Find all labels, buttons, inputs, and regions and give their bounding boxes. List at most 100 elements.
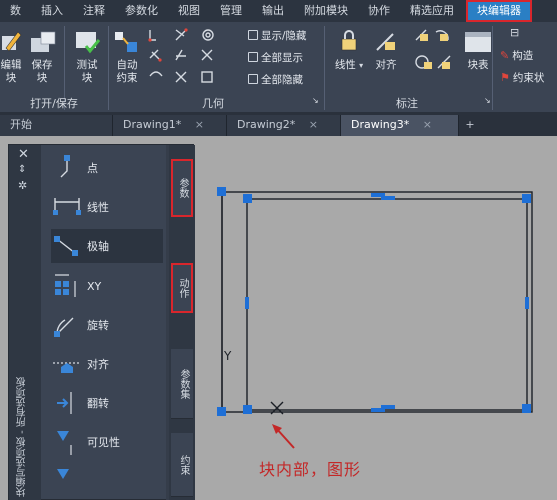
tab-constraints[interactable]: 约束	[171, 433, 193, 497]
tab-parameter-sets[interactable]: 参数集	[171, 349, 193, 419]
align-label: 对齐	[375, 59, 397, 71]
alignment-parameter-icon	[51, 349, 83, 379]
group-label-dimensional: 标注	[396, 97, 418, 110]
palette-title: 块编写选项板 - 所有选项板	[17, 377, 28, 497]
test-block-button[interactable]: 测试 块	[70, 28, 104, 85]
annotation-text: 块内部，图形	[259, 460, 362, 479]
group-label-open-save: 打开/保存	[30, 97, 78, 110]
linear-dimension-button[interactable]: 线性 ▾	[332, 28, 366, 72]
midpoint-grip-icon	[381, 405, 395, 409]
palette-item-lookup[interactable]	[51, 463, 163, 497]
dimension-constraints-grid[interactable]	[412, 26, 456, 78]
chevron-down-icon: ▾	[359, 61, 364, 70]
close-icon[interactable]: ×	[195, 118, 204, 131]
block-attribute-icon[interactable]: ⊟	[510, 26, 519, 39]
expand-arrow-icon[interactable]: ↘	[484, 96, 491, 105]
expand-arrow-icon[interactable]: ↘	[312, 96, 319, 105]
palette-item-linear[interactable]: 线性	[51, 190, 163, 224]
grip-icon	[217, 187, 226, 196]
palette-item-label: 翻转	[87, 397, 109, 410]
close-icon[interactable]: ×	[309, 118, 318, 131]
tab-drawing1-label: Drawing1*	[123, 118, 182, 131]
axis-y-label: Y	[223, 349, 232, 363]
auto-hide-icon[interactable]: ⇕	[18, 164, 26, 175]
menu-item-block-editor[interactable]: 块编辑器	[466, 0, 532, 22]
edit-block-label: 编辑 块	[0, 59, 22, 84]
palette-item-alignment[interactable]: 对齐	[51, 347, 163, 381]
auto-constrain-label: 自动 约束	[116, 59, 138, 84]
menu-item-parametric[interactable]: 参数化	[115, 0, 168, 22]
tab-parameters[interactable]: 参数	[171, 159, 193, 217]
construct-label: 构造	[512, 49, 534, 62]
menu-item-collaborate[interactable]: 协作	[358, 0, 400, 22]
menu-item-featured-apps[interactable]: 精选应用	[400, 0, 464, 22]
grip-icon	[522, 194, 531, 203]
tab-drawing3-label: Drawing3*	[351, 118, 410, 131]
palette-item-flip[interactable]: 翻转	[51, 386, 163, 420]
tab-drawing1[interactable]: Drawing1* ×	[113, 115, 227, 136]
menu-item-output[interactable]: 输出	[252, 0, 294, 22]
auto-constrain-button[interactable]: 自动 约束	[112, 28, 142, 85]
show-hide-icon	[248, 30, 258, 40]
block-table-button[interactable]: 块表	[460, 28, 496, 72]
tab-actions[interactable]: 动作	[171, 263, 193, 313]
document-tab-bar: 开始 Drawing1* × Drawing2* × Drawing3* × +	[0, 113, 557, 136]
polar-parameter-icon	[51, 231, 83, 261]
constraint-status-label: 约束状	[512, 71, 545, 84]
midpoint-grip-icon	[245, 297, 249, 309]
ribbon: 编辑 块 保存 块 测试 块 打开/保存 自动 约束 显示/隐藏 全部显示 全部…	[0, 22, 557, 113]
palette-item-label: 旋转	[87, 319, 109, 332]
palette-title-bar[interactable]: ✕ ⇕ ✲ 块编写选项板 - 所有选项板	[9, 145, 41, 500]
palette-item-label: 可见性	[87, 436, 120, 449]
close-icon[interactable]: ×	[423, 118, 432, 131]
midpoint-grip-icon	[381, 196, 395, 200]
linear-parameter-icon	[51, 192, 83, 222]
constraint-status-button[interactable]: ⚑ 约束状	[500, 68, 544, 86]
palette-item-visibility[interactable]: 可见性	[51, 425, 163, 459]
grip-icon	[217, 407, 226, 416]
edit-block-button[interactable]: 编辑 块	[0, 28, 22, 85]
block-drawing[interactable]: Y	[196, 136, 557, 500]
palette-item-label: 线性	[87, 201, 109, 214]
show-all-label: 全部显示	[261, 51, 303, 64]
menu-bar: 数 插入 注释 参数化 视图 管理 输出 附加模块 协作 精选应用 块编辑器	[0, 0, 557, 22]
linear-label: 线性	[334, 59, 356, 71]
lock-dimension-icon	[341, 30, 357, 51]
close-icon[interactable]: ✕	[18, 147, 29, 162]
rotation-parameter-icon	[51, 310, 83, 340]
menu-item-manage[interactable]: 管理	[210, 0, 252, 22]
tab-start-label: 开始	[10, 118, 32, 131]
palette-item-polar[interactable]: 极轴	[51, 229, 163, 263]
menu-item-view[interactable]: 视图	[168, 0, 210, 22]
new-tab-button[interactable]: +	[459, 115, 481, 136]
block-rectangle-outer	[221, 191, 533, 413]
show-hide-button[interactable]: 显示/隐藏	[248, 26, 307, 44]
align-dimension-button[interactable]: 对齐	[370, 28, 402, 72]
block-table-icon	[465, 32, 491, 52]
save-block-icon	[31, 31, 56, 52]
flip-parameter-icon	[51, 388, 83, 418]
palette-item-label: 对齐	[87, 358, 109, 371]
aligned-dimension-icon	[376, 33, 395, 51]
gear-icon[interactable]: ✲	[18, 179, 27, 192]
auto-constrain-icon	[115, 32, 137, 52]
menu-item-insert[interactable]: 插入	[31, 0, 73, 22]
geometric-constraints-grid[interactable]	[146, 26, 234, 90]
palette-side-tabs: 参数 动作 参数集 约束	[169, 145, 195, 500]
palette-item-xy[interactable]: XY	[51, 269, 163, 303]
construction-button[interactable]: ✎ 构造	[500, 46, 533, 64]
show-all-button[interactable]: 全部显示	[248, 48, 303, 66]
save-block-button[interactable]: 保存 块	[26, 28, 58, 85]
tab-start[interactable]: 开始	[0, 115, 113, 136]
plus-icon: +	[465, 118, 475, 131]
group-label-geometry: 几何	[202, 97, 224, 110]
menu-item-home[interactable]: 数	[0, 0, 31, 22]
tab-drawing2[interactable]: Drawing2* ×	[227, 115, 341, 136]
menu-item-annotate[interactable]: 注释	[73, 0, 115, 22]
palette-item-rotation[interactable]: 旋转	[51, 308, 163, 342]
hide-all-button[interactable]: 全部隐藏	[248, 70, 303, 88]
palette-item-point[interactable]: 点	[51, 151, 163, 185]
menu-item-addins[interactable]: 附加模块	[294, 0, 358, 22]
tab-drawing3[interactable]: Drawing3* ×	[341, 115, 459, 136]
show-hide-label: 显示/隐藏	[261, 29, 307, 42]
